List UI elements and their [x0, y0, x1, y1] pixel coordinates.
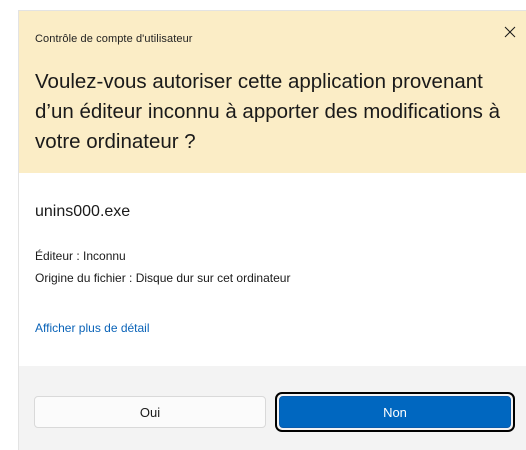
show-more-details-link[interactable]: Afficher plus de détail — [35, 321, 150, 335]
app-name: unins000.exe — [35, 203, 131, 220]
file-origin-info: Origine du fichier : Disque dur sur cet … — [35, 271, 291, 285]
uac-dialog: Contrôle de compte d'utilisateur Voulez-… — [18, 10, 526, 450]
dialog-title: Contrôle de compte d'utilisateur — [35, 33, 193, 45]
close-icon — [504, 26, 516, 38]
dialog-header: Contrôle de compte d'utilisateur Voulez-… — [19, 11, 526, 173]
permission-question: Voulez-vous autoriser cette application … — [35, 70, 500, 153]
no-button[interactable]: Non — [279, 396, 511, 428]
dialog-footer: Oui Non — [19, 366, 526, 450]
yes-button[interactable]: Oui — [34, 396, 266, 428]
publisher-info: Éditeur : Inconnu — [35, 249, 126, 263]
close-button[interactable] — [493, 17, 526, 47]
